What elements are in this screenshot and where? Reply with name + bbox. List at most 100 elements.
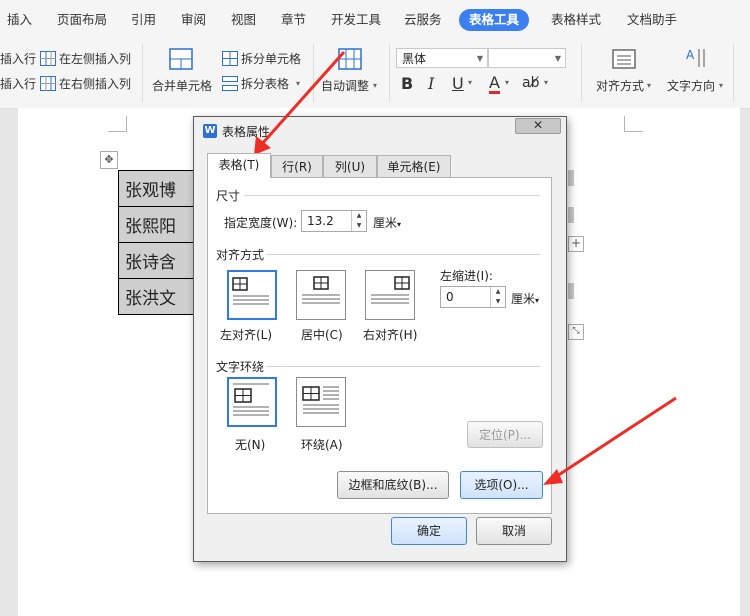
split-table-icon [222,76,238,91]
indent-spinner[interactable]: ▲ ▼ [490,287,505,307]
indent-unit-value: 厘米 [511,292,536,306]
wrap-around-label: 环绕(A) [301,438,343,452]
insert-row-below-button[interactable]: 插入行 [0,76,36,92]
text-direction-dropdown-icon[interactable]: ▾ [719,78,723,94]
split-table-button[interactable]: 拆分表格 [241,76,289,92]
tab-doc-assistant[interactable]: 文档助手 [627,9,677,31]
wrap-around-option[interactable] [296,377,346,427]
tab-table-tools[interactable]: 表格工具 [459,9,530,31]
underline-dropdown-icon[interactable]: ▾ [468,78,472,87]
page-corner-mark [108,116,127,132]
table-cell[interactable]: 张诗含 [118,242,195,279]
close-icon: ✕ [532,118,544,132]
ok-button[interactable]: 确定 [391,517,467,545]
ribbon-divider [389,44,390,102]
font-name-value: 黑体 [402,52,427,66]
dialog-titlebar[interactable]: W 表格属性 ✕ [194,117,566,143]
spin-up-icon[interactable]: ▲ [491,287,505,297]
spin-up-icon[interactable]: ▲ [352,211,366,221]
split-cells-button[interactable]: 拆分单元格 [241,51,301,67]
tab-insert[interactable]: 插入 [7,9,32,31]
insert-col-right-button[interactable]: 在右侧插入列 [59,76,131,92]
table-tab-panel: 尺寸 指定宽度(W): 13.2 ▲ ▼ 厘米▾ 对齐方式 左对齐(L) 居中(C… [207,177,552,514]
insert-col-left-button[interactable]: 在左侧插入列 [59,51,131,67]
size-section-title: 尺寸 [216,189,241,203]
indent-unit-select[interactable]: 厘米▾ [511,290,539,307]
dialog-tab-table[interactable]: 表格(T) [207,153,271,178]
wrap-none-option[interactable] [227,377,277,427]
auto-fit-button[interactable]: 自动调整 [321,78,369,94]
resize-table-icon[interactable]: ⤡ [568,324,584,340]
cancel-button[interactable]: 取消 [476,517,552,545]
dialog-title: 表格属性 [222,125,271,139]
chevron-down-icon: ▼ [554,54,561,63]
ribbon-divider [733,44,734,102]
bold-icon[interactable]: B [401,74,413,93]
table-cell[interactable]: 张观博 [118,170,195,207]
italic-icon[interactable]: I [428,74,434,93]
position-button[interactable]: 定位(P)... [467,421,543,448]
width-input[interactable]: 13.2 ▲ ▼ [301,210,367,232]
tab-cloud[interactable]: 云服务 [404,9,442,31]
highlight-dropdown-icon[interactable]: ▾ [544,78,548,87]
wrap-section-title: 文字环绕 [216,360,265,374]
add-column-icon[interactable]: + [568,236,584,252]
section-divider [244,195,540,196]
width-spinner[interactable]: ▲ ▼ [351,211,366,231]
dialog-tab-row[interactable]: 行(R) [271,155,323,177]
spin-down-icon[interactable]: ▼ [352,221,366,231]
align-icon [612,49,636,69]
svg-text:A: A [686,48,695,62]
wrap-around-icon [302,386,339,414]
align-right-option[interactable] [365,270,415,320]
tab-developer[interactable]: 开发工具 [331,9,381,31]
wrap-none-icon [233,383,269,416]
text-direction-button[interactable]: 文字方向 [667,78,715,94]
merge-cells-button[interactable]: 合并单元格 [152,78,212,94]
tab-review[interactable]: 审阅 [181,9,206,31]
align-button[interactable]: 对齐方式 [596,78,644,94]
spin-down-icon[interactable]: ▼ [491,297,505,307]
tab-page-layout[interactable]: 页面布局 [57,9,107,31]
document-table: 张观博 张熙阳 张诗含 张洪文 [118,170,195,315]
chevron-down-icon: ▾ [535,296,540,305]
width-label: 指定宽度(W): [224,216,298,230]
width-unit-select[interactable]: 厘米▾ [373,214,401,231]
insert-row-above-button[interactable]: 插入行 [0,51,36,67]
align-section-title: 对齐方式 [216,248,265,262]
section-divider [266,254,540,255]
align-right-icon [371,276,410,304]
underline-icon[interactable]: U [452,74,464,93]
align-dropdown-icon[interactable]: ▾ [647,78,651,94]
font-size-select[interactable]: ▼ [488,48,566,68]
tab-references[interactable]: 引用 [131,9,156,31]
font-name-select[interactable]: 黑体 ▼ [396,48,488,68]
highlight-icon[interactable]: ab̸ [522,75,539,91]
indent-value: 0 [446,290,454,304]
font-color-dropdown-icon[interactable]: ▾ [505,78,509,87]
align-center-option[interactable] [296,270,346,320]
close-button[interactable]: ✕ [515,118,561,134]
indent-input[interactable]: 0 ▲ ▼ [440,286,506,308]
tab-chapter[interactable]: 章节 [281,9,306,31]
dialog-tab-cell[interactable]: 单元格(E) [377,155,451,177]
tab-view[interactable]: 视图 [231,9,256,31]
options-button[interactable]: 选项(O)... [460,471,543,499]
table-edge-marker [568,207,574,223]
align-right-label: 右对齐(H) [363,328,418,342]
table-cell[interactable]: 张熙阳 [118,206,195,243]
align-left-icon [232,277,269,305]
indent-label: 左缩进(I): [440,269,493,283]
borders-shading-button[interactable]: 边框和底纹(B)... [337,471,449,499]
split-table-dropdown-icon[interactable]: ▾ [296,76,300,92]
table-cell[interactable]: 张洪文 [118,278,195,315]
dialog-tab-column[interactable]: 列(U) [323,155,377,177]
tab-table-style[interactable]: 表格样式 [551,9,601,31]
align-left-option[interactable] [227,270,277,320]
auto-fit-dropdown-icon[interactable]: ▾ [373,78,377,94]
chevron-down-icon: ▾ [397,220,402,229]
table-move-handle-icon[interactable]: ✥ [100,151,118,169]
table-edge-marker [568,170,574,186]
page-corner-mark [624,116,643,132]
font-color-icon[interactable]: A [489,74,500,94]
